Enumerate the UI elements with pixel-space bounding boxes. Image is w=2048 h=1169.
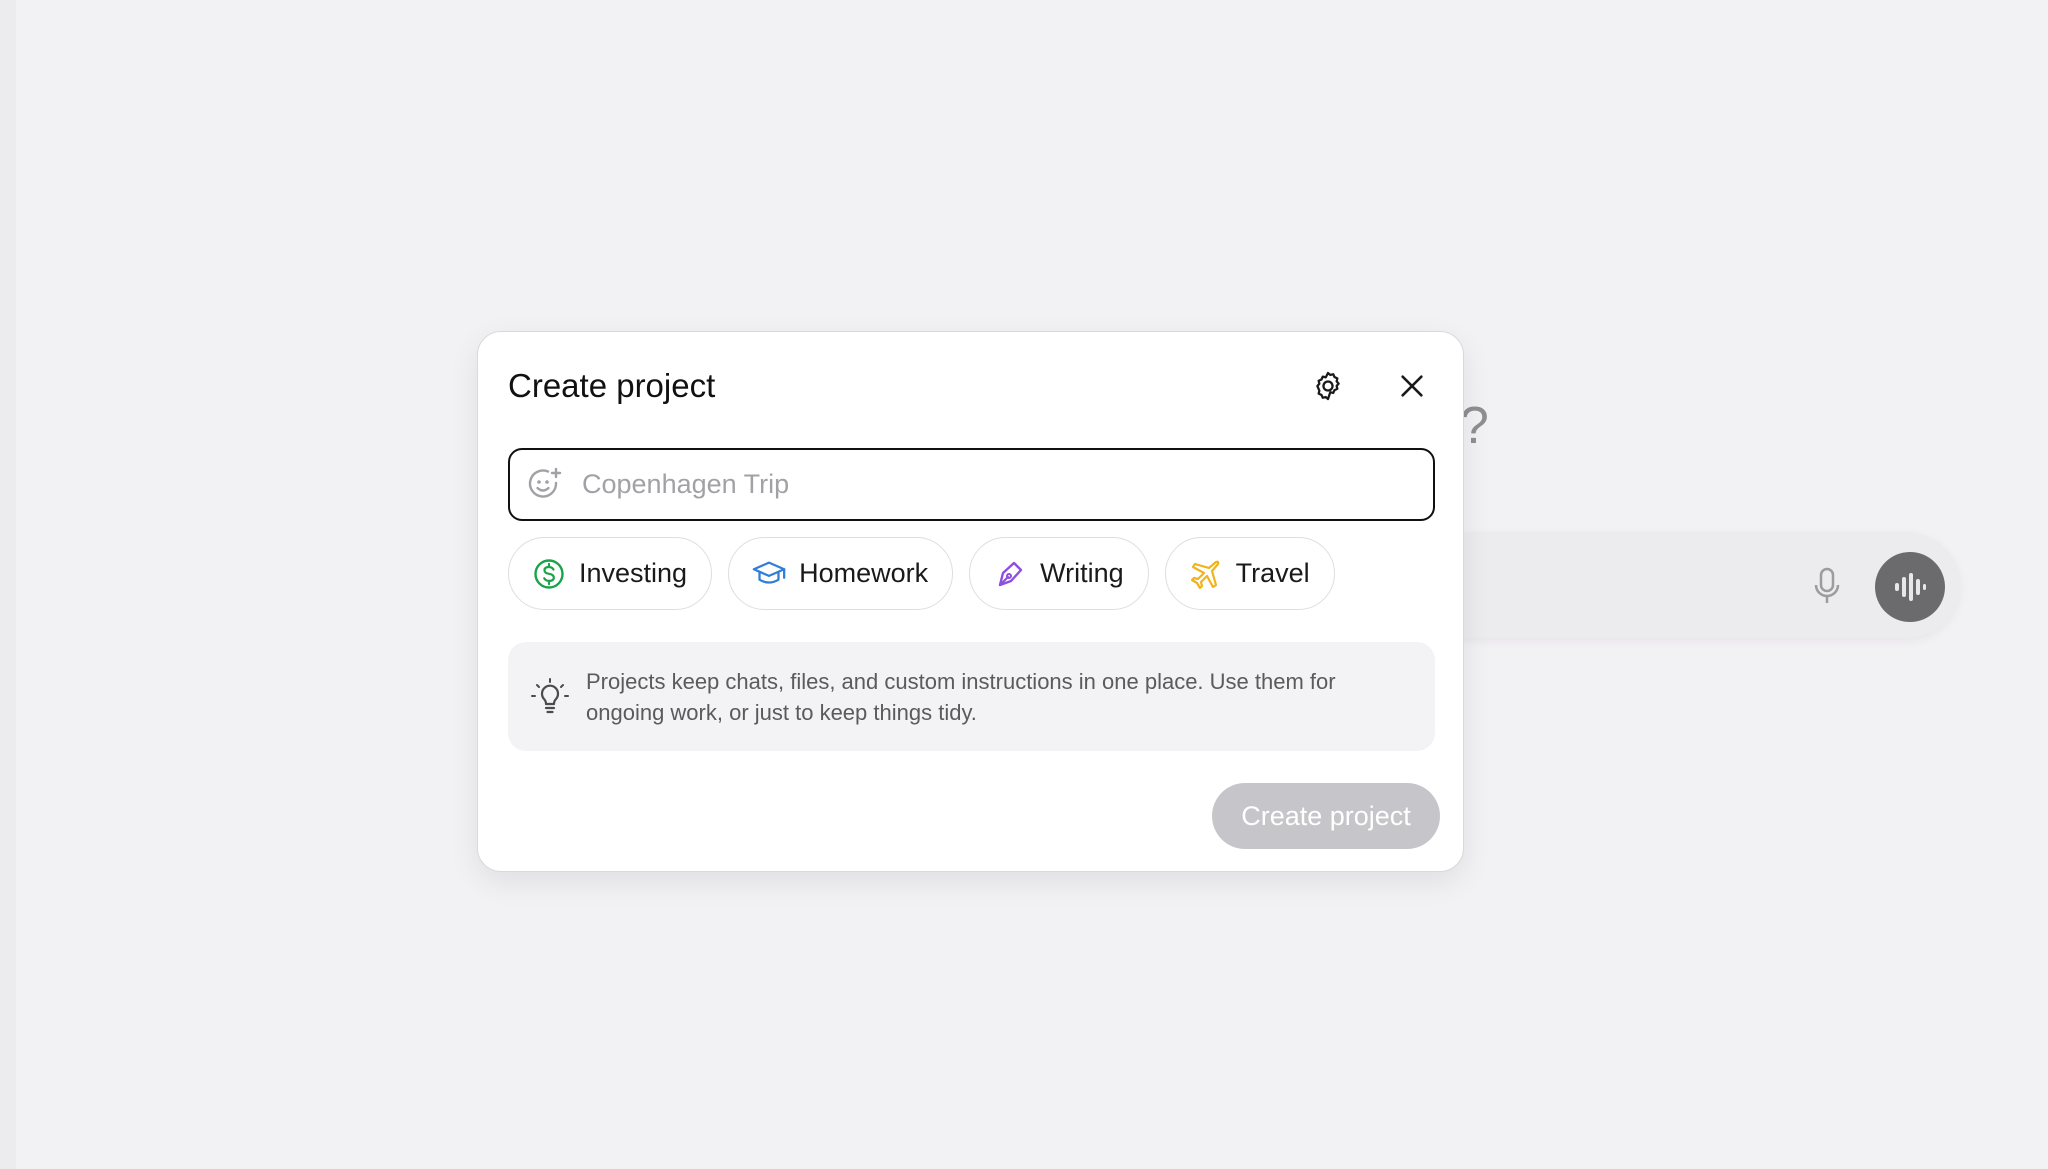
project-name-input[interactable] [580,468,1404,501]
chip-travel[interactable]: Travel [1164,537,1335,610]
waveform-icon [1895,573,1926,601]
chip-label: Writing [1040,558,1124,588]
lightbulb-icon [528,675,572,719]
settings-button[interactable] [1304,362,1352,410]
chip-investing[interactable]: Investing [508,537,713,610]
chip-homework[interactable]: Homework [728,537,954,610]
create-project-dialog: Create project Copenhagen Trip Investing… [477,331,1464,872]
sidebar-edge [0,0,16,1169]
chip-label: Homework [799,558,929,588]
microphone-icon[interactable] [1810,566,1844,606]
add-emoji-icon[interactable] [526,465,566,505]
chip-label: Investing [579,558,688,588]
chip-writing[interactable]: Writing [969,537,1149,610]
close-icon [1401,375,1423,397]
info-box: Projects keep chats, files, and custom i… [508,642,1435,751]
dialog-title: Create project [508,367,716,404]
dollar-icon [531,556,567,592]
pen-icon [992,556,1028,592]
project-name-field[interactable] [508,448,1435,521]
close-button[interactable] [1388,362,1436,410]
chip-label: Travel [1235,558,1310,588]
graduation-cap-icon [751,556,787,592]
info-text: Projects keep chats, files, and custom i… [586,668,1336,725]
voice-mode-button[interactable] [1875,552,1945,622]
category-chips: Investing Homework Writing Travel [508,537,1335,610]
airplane-icon [1188,556,1224,592]
create-project-button[interactable]: Create project [1212,783,1440,849]
gear-icon [1316,371,1340,401]
